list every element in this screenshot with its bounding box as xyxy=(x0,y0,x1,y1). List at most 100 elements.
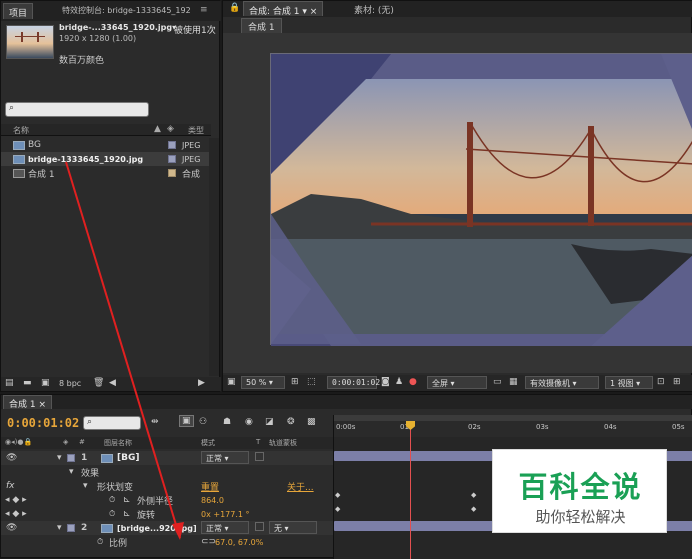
scale-value[interactable]: 67.0, 67.0% xyxy=(215,538,263,547)
timeline-tabbar xyxy=(1,395,692,409)
frame-blending-icon[interactable]: ☗ xyxy=(223,417,231,427)
tab-composition[interactable]: 合成: 合成 1 ▾ × xyxy=(243,1,324,17)
current-time-indicator[interactable] xyxy=(406,421,415,559)
keyframe-nav-icon[interactable]: ◂ ◆ ▸ xyxy=(5,509,27,519)
stopwatch-icon[interactable]: ⏱ xyxy=(97,537,103,547)
timeline-timecode[interactable]: 0:00:01:02 xyxy=(7,416,79,430)
stopwatch-icon[interactable]: ⏱ xyxy=(109,509,115,519)
comp-timecode[interactable]: 0:00:01:02 xyxy=(327,376,380,389)
twirl-down-icon[interactable]: ▾ xyxy=(69,467,74,477)
effects-group-row[interactable]: ▾ 效果 xyxy=(1,465,333,479)
col-t[interactable]: T xyxy=(256,438,260,446)
graph-icon: ⊾ xyxy=(123,495,131,505)
layer-name[interactable]: [BG] xyxy=(117,453,139,463)
fx-icon[interactable]: fx xyxy=(6,481,15,491)
rotation-value[interactable]: 0x +177.1 ° xyxy=(201,510,250,519)
keyframe-icon[interactable]: ◆ xyxy=(471,505,476,513)
project-item-bg[interactable]: BG JPEG xyxy=(1,138,209,152)
twirl-down-icon[interactable]: ▾ xyxy=(57,453,62,463)
motion-blur-icon[interactable]: ◉ xyxy=(245,417,253,427)
preserve-transparency-checkbox[interactable] xyxy=(255,522,264,531)
track-matte-select[interactable]: 无 ▾ xyxy=(269,521,317,534)
shy-layers-icon[interactable]: ⚇ xyxy=(199,417,207,427)
new-folder-icon[interactable]: ▬ xyxy=(23,378,32,388)
keyframe-icon[interactable]: ◆ xyxy=(471,491,476,499)
property-row-scale[interactable]: ⏱ 比例 ⊂⊃ 67.0, 67.0% xyxy=(1,535,333,549)
tab-project[interactable]: 项目 xyxy=(3,3,34,19)
watermark-title: 百科全说 xyxy=(518,470,643,504)
interpret-footage-icon[interactable]: ▤ xyxy=(5,378,14,388)
preserve-transparency-checkbox[interactable] xyxy=(255,452,264,461)
comp-viewer[interactable] xyxy=(223,33,692,373)
label-tag-icon[interactable]: ◈ xyxy=(167,124,174,134)
project-item-bridge[interactable]: bridge-1333645_1920.jpg JPEG xyxy=(1,152,209,166)
footage-name[interactable]: bridge-...33645_1920.jpg▾ xyxy=(59,23,176,32)
label-color-swatch xyxy=(168,141,176,149)
color-depth[interactable]: 8 bpc xyxy=(59,379,81,388)
scroll-right-icon[interactable]: ▶ xyxy=(198,378,205,388)
col-mode[interactable]: 模式 xyxy=(201,438,215,448)
col-name[interactable]: 名称 xyxy=(13,125,29,136)
visibility-eye-icon[interactable]: 👁 xyxy=(6,453,17,463)
col-type[interactable]: 类型 xyxy=(188,125,204,136)
panel-menu-icon[interactable]: ≡ xyxy=(200,5,208,15)
scroll-left-icon[interactable]: ◀ xyxy=(109,378,116,388)
draft-3d-icon[interactable]: ▣ xyxy=(179,415,194,427)
project-item-comp1[interactable]: 合成 1 合成 xyxy=(1,166,209,180)
grid-icon[interactable]: ⊞ xyxy=(291,377,299,387)
color-channel-icon[interactable]: ● xyxy=(409,377,417,387)
keyframe-icon[interactable]: ◆ xyxy=(335,505,340,513)
visibility-eye-icon[interactable]: 👁 xyxy=(6,523,17,533)
work-area-bar[interactable] xyxy=(334,415,692,421)
constrain-proportions-icon[interactable]: ⊂⊃ xyxy=(201,537,216,547)
reset-link[interactable]: 重置 xyxy=(201,480,219,493)
view-layout-select[interactable]: 1 视图 ▾ xyxy=(605,376,653,389)
brainstorm-icon[interactable]: ❂ xyxy=(287,417,295,427)
sort-up-icon[interactable]: ▲ xyxy=(154,124,161,134)
toggle-pixel-icon[interactable]: ⊡ xyxy=(657,377,665,387)
blend-mode-select[interactable]: 正常 ▾ xyxy=(201,451,249,464)
tab-effect-controls[interactable]: 特效控制台: bridge-1333645_192 xyxy=(57,3,196,19)
col-layer-name[interactable]: 图层名称 xyxy=(104,438,132,448)
property-row-rotation[interactable]: ◂ ◆ ▸ ⏱ ⊾ 旋转 0x +177.1 ° xyxy=(1,507,333,521)
radius-value[interactable]: 864.0 xyxy=(201,496,224,505)
col-trkmat[interactable]: 轨道蒙板 xyxy=(269,438,297,448)
keyframe-nav-icon[interactable]: ◂ ◆ ▸ xyxy=(5,495,27,505)
tab-timeline-comp[interactable]: 合成 1 × xyxy=(3,395,52,410)
timeline-search-input[interactable]: ⌕ xyxy=(83,416,141,430)
transparency-grid-icon[interactable]: ▦ xyxy=(509,377,518,387)
new-comp-icon[interactable]: ▣ xyxy=(41,378,50,388)
col-num[interactable]: # xyxy=(79,438,85,446)
effect-row[interactable]: fx ▾ 形状划变 重置 关于... xyxy=(1,479,333,493)
layer-row-1[interactable]: 👁 ▾ 1 [BG] 正常 ▾ xyxy=(1,451,333,465)
blend-mode-select[interactable]: 正常 ▾ xyxy=(201,521,249,534)
show-snapshot-icon[interactable]: ♟ xyxy=(395,377,403,387)
keyframe-icon[interactable]: ◆ xyxy=(335,491,340,499)
layer-name[interactable]: [bridge...920.jpg] xyxy=(117,524,197,533)
camera-select[interactable]: 有效摄像机 ▾ xyxy=(525,376,599,389)
twirl-down-icon[interactable]: ▾ xyxy=(57,523,62,533)
stopwatch-icon[interactable]: ⏱ xyxy=(109,495,115,505)
snapshot-icon[interactable]: ◙ xyxy=(381,377,390,387)
lock-icon[interactable]: 🔒 xyxy=(229,3,240,13)
layer-row-2[interactable]: 👁 ▾ 2 [bridge...920.jpg] 正常 ▾ 无 ▾ xyxy=(1,521,333,535)
trash-icon[interactable]: 🗑 xyxy=(93,378,104,388)
search-input[interactable]: ⌕ xyxy=(5,102,149,117)
region-of-interest-icon[interactable]: ▭ xyxy=(493,377,502,387)
label-column-icon[interactable]: ◈ xyxy=(63,438,68,446)
mask-icon[interactable]: ⬚ xyxy=(307,377,316,387)
graph-editor-icon[interactable]: ◪ xyxy=(265,417,274,427)
time-ruler[interactable]: 0:00s 01s 02s 03s 04s 05s xyxy=(333,415,692,437)
tab-footage[interactable]: 素材: (无) xyxy=(349,1,399,17)
zoom-select[interactable]: 50 % ▾ xyxy=(241,376,285,389)
always-preview-icon[interactable]: ▣ xyxy=(227,377,236,387)
about-link[interactable]: 关于... xyxy=(287,480,314,493)
av-features-icon[interactable]: ◉◂)●🔒 xyxy=(5,438,32,446)
project-scrollbar[interactable] xyxy=(209,138,219,376)
comp-mini-flowchart-icon[interactable]: ⇹ xyxy=(151,417,159,427)
resolution-select[interactable]: 全屏 ▾ xyxy=(427,376,487,389)
fast-preview-icon[interactable]: ⊞ xyxy=(673,377,681,387)
twirl-down-icon[interactable]: ▾ xyxy=(83,481,88,491)
property-row-radius[interactable]: ◂ ◆ ▸ ⏱ ⊾ 外侧半径 864.0 xyxy=(1,493,333,507)
live-update-icon[interactable]: ▩ xyxy=(307,417,316,427)
